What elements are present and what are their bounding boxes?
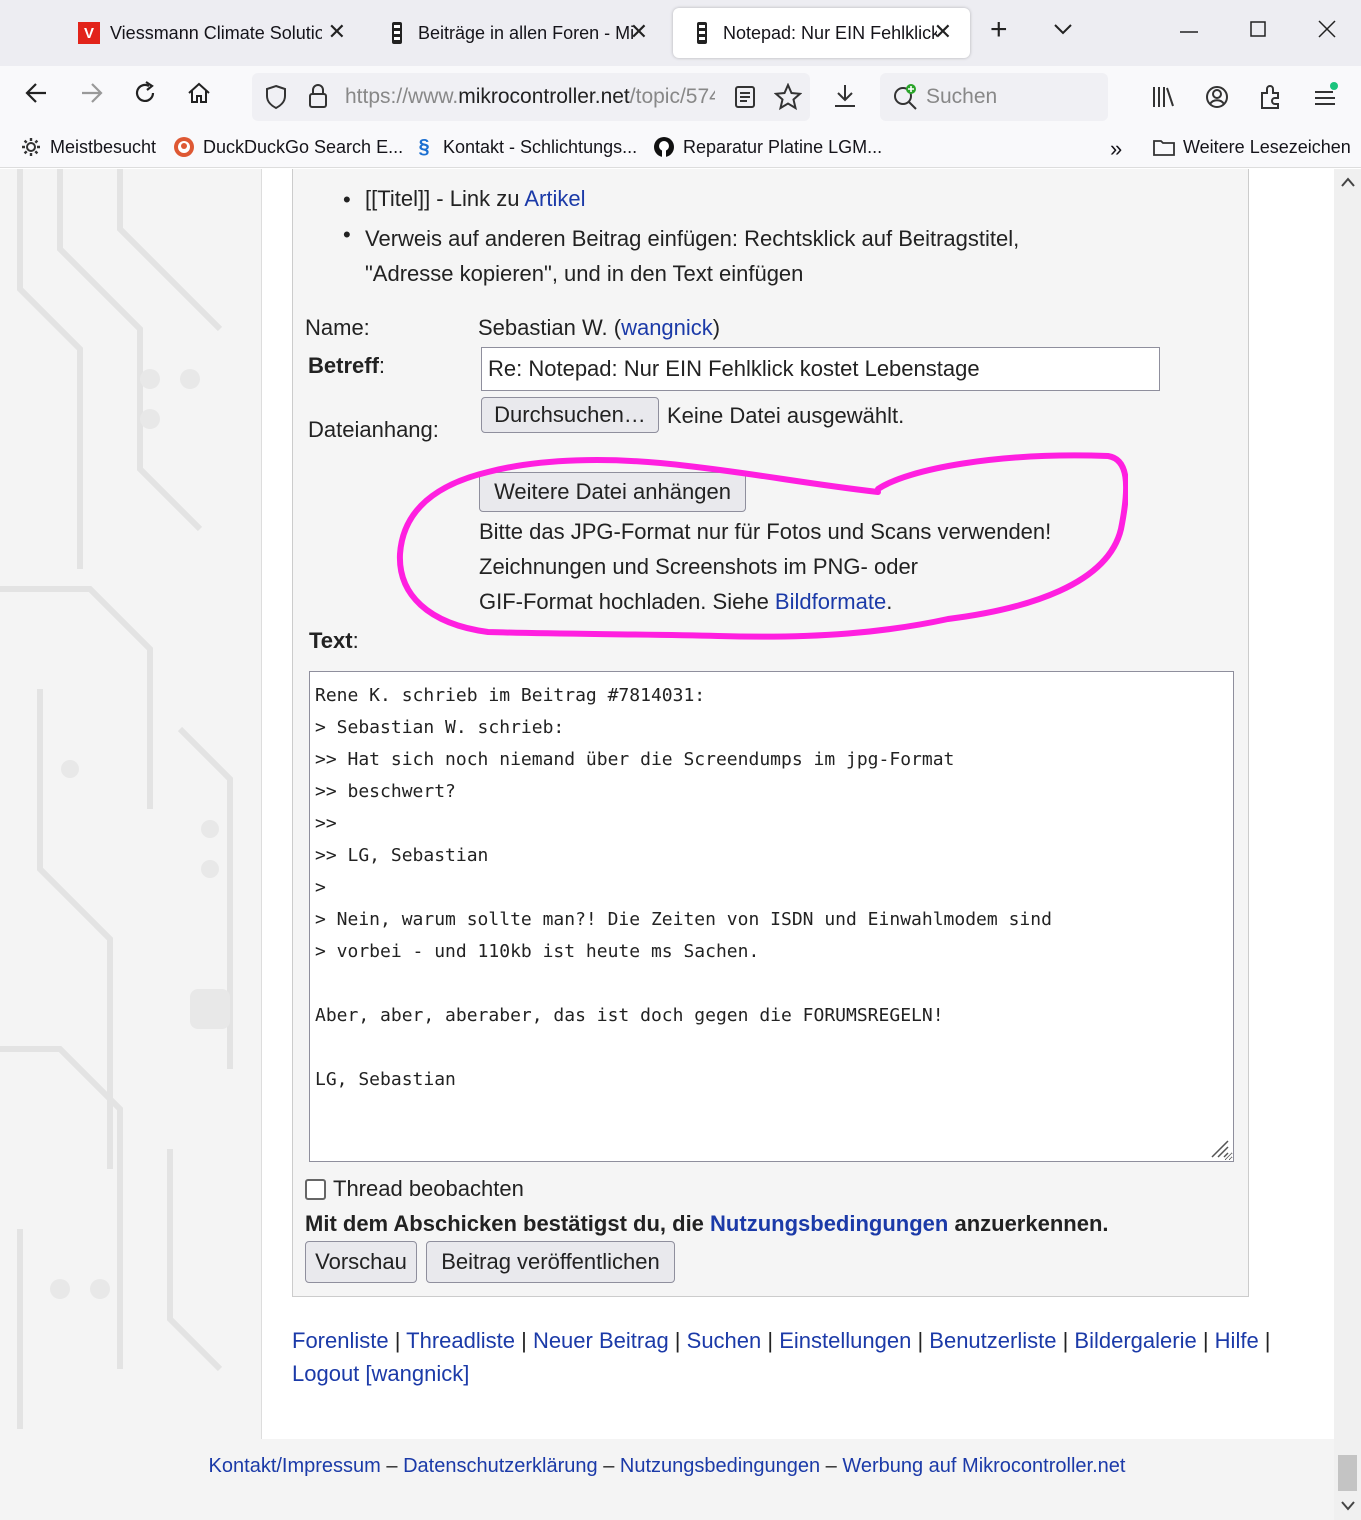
reply-form: • [[Titel]] - Link zu Artikel • Verweis … <box>292 169 1249 1297</box>
github-icon <box>653 136 675 158</box>
resize-handle-icon[interactable] <box>1208 1137 1230 1159</box>
tab-title: Notepad: Nur EIN Fehlklick kostet Lebens… <box>723 22 937 43</box>
bullet-icon: • <box>343 222 351 247</box>
hint-item-title-link: [[Titel]] - Link zu Artikel <box>365 186 586 211</box>
scroll-down-icon[interactable] <box>1340 1499 1356 1513</box>
user-link[interactable]: wangnick <box>621 315 713 340</box>
name-label: Name: <box>305 315 370 340</box>
url-bar[interactable]: https://www.mikrocontroller.net/topic/57… <box>252 73 810 121</box>
lock-icon[interactable] <box>307 83 329 114</box>
extensions-icon[interactable] <box>1258 84 1284 115</box>
publish-button[interactable]: Beitrag veröffentlichen <box>426 1241 675 1283</box>
forum-nav-links: Forenliste | Threadliste | Neuer Beitrag… <box>292 1328 1271 1386</box>
link-werbung[interactable]: Werbung auf Mikrocontroller.net <box>842 1455 1125 1477</box>
page-viewport: • [[Titel]] - Link zu Artikel • Verweis … <box>0 169 1334 1520</box>
download-icon[interactable] <box>832 82 858 115</box>
home-icon[interactable] <box>186 80 212 113</box>
bookmark-meistbesucht[interactable]: Meistbesucht <box>20 136 156 158</box>
bookmark-label: DuckDuckGo Search E... <box>203 136 404 157</box>
link-suchen[interactable]: Suchen <box>687 1328 762 1353</box>
forward-icon[interactable] <box>78 80 104 113</box>
betreff-input[interactable] <box>481 347 1160 391</box>
duckduckgo-icon <box>173 136 195 158</box>
bookmarks-bar: Meistbesucht DuckDuckGo Search E... § Ko… <box>0 128 1361 168</box>
bookmark-label: Kontakt - Schlichtungs... <box>443 136 638 157</box>
gear-icon <box>20 136 42 158</box>
site-footer: Kontakt/Impressum – Datenschutzerklärung… <box>0 1439 1334 1520</box>
bullet-icon: • <box>343 187 351 212</box>
maximize-icon[interactable] <box>1248 18 1270 47</box>
artikel-link[interactable]: Artikel <box>524 186 585 211</box>
link-datenschutz[interactable]: Datenschutzerklärung <box>403 1455 598 1477</box>
browse-button[interactable]: Durchsuchen… <box>481 397 659 433</box>
link-neuer-beitrag[interactable]: Neuer Beitrag <box>533 1328 669 1353</box>
link-nutzungsbedingungen[interactable]: Nutzungsbedingungen <box>620 1455 820 1477</box>
tab-title: Beiträge in allen Foren - Mikrocontrolle… <box>418 22 633 43</box>
circuit-pattern <box>0 169 233 1429</box>
search-placeholder: Suchen <box>926 85 998 108</box>
bookmark-duckduckgo[interactable]: DuckDuckGo Search E... <box>173 136 403 158</box>
close-icon[interactable]: ✕ <box>328 21 346 43</box>
url-text[interactable]: https://www.mikrocontroller.net/topic/57… <box>345 85 715 109</box>
link-benutzerliste[interactable]: Benutzerliste <box>929 1328 1056 1353</box>
link-hilfe[interactable]: Hilfe <box>1215 1328 1259 1353</box>
viessmann-icon: V <box>78 22 100 44</box>
reload-icon[interactable] <box>132 80 158 113</box>
tab-title: Viessmann Climate Solutions <box>110 22 322 43</box>
close-icon[interactable]: ✕ <box>934 21 952 43</box>
link-logout[interactable]: Logout [wangnick] <box>292 1361 469 1386</box>
terms-link[interactable]: Nutzungsbedingungen <box>710 1211 948 1236</box>
close-icon[interactable]: ✕ <box>630 21 648 43</box>
link-kontakt[interactable]: Kontakt/Impressum <box>209 1455 381 1477</box>
watch-label[interactable]: Thread beobachten <box>333 1176 524 1202</box>
chevron-down-icon[interactable] <box>1052 18 1074 47</box>
menu-icon[interactable] <box>1312 82 1340 115</box>
bookmark-reparatur[interactable]: Reparatur Platine LGM... <box>653 136 882 158</box>
scrollbar[interactable] <box>1334 169 1361 1520</box>
text-label: Text: <box>309 628 359 653</box>
betreff-label: Betreff: <box>308 353 386 378</box>
mikrocontroller-icon <box>386 22 408 44</box>
paragraph-icon: § <box>418 135 430 158</box>
scroll-thumb[interactable] <box>1338 1455 1357 1491</box>
library-icon[interactable] <box>1150 84 1176 115</box>
circuit-background <box>0 169 262 1439</box>
search-icon <box>892 83 920 116</box>
preview-button[interactable]: Vorschau <box>305 1241 417 1283</box>
terms-notice: Mit dem Abschicken bestätigst du, die Nu… <box>305 1211 1109 1236</box>
link-bildergalerie[interactable]: Bildergalerie <box>1074 1328 1196 1353</box>
no-file-text: Keine Datei ausgewählt. <box>667 403 905 428</box>
link-einstellungen[interactable]: Einstellungen <box>779 1328 911 1353</box>
post-text-area[interactable]: Rene K. schrieb im Beitrag #7814031: > S… <box>309 671 1234 1162</box>
watch-checkbox[interactable] <box>305 1179 326 1200</box>
name-value: Sebastian W. (wangnick) <box>478 315 721 340</box>
window-close-icon[interactable] <box>1316 18 1338 47</box>
reader-view-icon[interactable] <box>734 85 756 114</box>
shield-icon[interactable] <box>264 84 288 115</box>
star-icon[interactable] <box>773 82 803 116</box>
hint-item-reference: Verweis auf anderen Beitrag einfügen: Re… <box>365 226 1020 286</box>
back-icon[interactable] <box>24 80 50 113</box>
bookmark-label: Reparatur Platine LGM... <box>683 136 883 157</box>
link-threadliste[interactable]: Threadliste <box>406 1328 515 1353</box>
link-forenliste[interactable]: Forenliste <box>292 1328 389 1353</box>
dateianhang-label: Dateianhang: <box>308 417 439 442</box>
bookmarks-overflow-icon[interactable]: » <box>1110 136 1122 162</box>
tab-notepad-active[interactable]: Notepad: Nur EIN Fehlklick kostet Lebens… <box>673 8 970 58</box>
tab-viessmann[interactable]: V Viessmann Climate Solutions ✕ <box>78 8 346 58</box>
folder-icon <box>1153 136 1175 158</box>
bookmark-folder-weitere[interactable]: Weitere Lesezeichen <box>1153 136 1351 158</box>
scroll-up-icon[interactable] <box>1340 175 1356 189</box>
tab-bar: V Viessmann Climate Solutions ✕ Beiträge… <box>0 0 1361 66</box>
bookmark-label: Weitere Lesezeichen <box>1183 136 1351 157</box>
account-icon[interactable] <box>1204 84 1230 115</box>
minimize-icon[interactable] <box>1178 18 1200 47</box>
new-tab-icon[interactable]: + <box>990 15 1008 45</box>
bookmark-label: Meistbesucht <box>50 136 157 157</box>
search-input[interactable]: Suchen <box>880 73 1108 121</box>
bookmark-kontakt[interactable]: § Kontakt - Schlichtungs... <box>413 136 637 158</box>
magenta-circle-annotation <box>396 452 1128 640</box>
tab-beitraege[interactable]: Beiträge in allen Foren - Mikrocontrolle… <box>386 8 648 58</box>
mikrocontroller-icon <box>691 22 713 44</box>
